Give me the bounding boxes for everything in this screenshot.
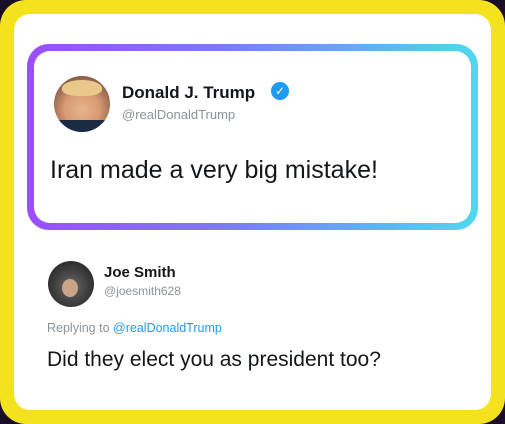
outer-frame: Donald J. Trump ✓ @realDonaldTrump Iran … (0, 0, 505, 424)
replying-to-prefix: Replying to (47, 321, 110, 335)
highlighted-tweet-border: Donald J. Trump ✓ @realDonaldTrump Iran … (27, 44, 478, 230)
avatar-suit (54, 120, 110, 132)
replying-to-handle-link[interactable]: @realDonaldTrump (113, 321, 222, 335)
main-tweet[interactable]: Donald J. Trump ✓ @realDonaldTrump Iran … (34, 51, 471, 223)
reply-tweet-avatar[interactable] (48, 261, 94, 307)
avatar-face (62, 279, 78, 297)
avatar-hair (62, 80, 102, 96)
verified-check-icon: ✓ (271, 82, 289, 100)
main-tweet-avatar[interactable] (54, 76, 110, 132)
reply-tweet-display-name[interactable]: Joe Smith (104, 264, 176, 281)
reply-tweet-handle[interactable]: @joesmith628 (104, 284, 181, 298)
reply-tweet-text: Did they elect you as president too? (47, 348, 381, 371)
main-tweet-text: Iran made a very big mistake! (50, 156, 378, 184)
main-tweet-display-name[interactable]: Donald J. Trump (122, 83, 255, 103)
main-tweet-handle[interactable]: @realDonaldTrump (122, 107, 235, 122)
tweet-card: Donald J. Trump ✓ @realDonaldTrump Iran … (14, 14, 491, 410)
replying-to-line: Replying to @realDonaldTrump (47, 321, 222, 335)
